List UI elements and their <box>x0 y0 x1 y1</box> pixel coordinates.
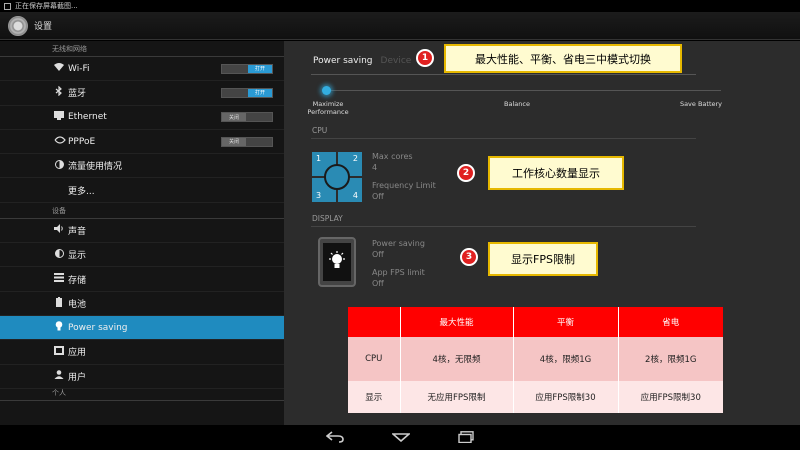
pppoe-toggle[interactable]: 关闭 <box>221 136 273 147</box>
sidebar-item-label: Ethernet <box>68 112 107 123</box>
sidebar: 无线和网络 Wi-Fi 打开 蓝牙 打开 Ethernet 关闭 PPPoE 关… <box>0 41 284 425</box>
section-cpu: CPU <box>312 126 328 135</box>
tab-power-saving[interactable]: Power saving <box>313 56 373 66</box>
sidebar-item-label: 用户 <box>68 372 87 383</box>
page-title: 设置 <box>34 22 53 32</box>
home-icon[interactable] <box>390 429 412 445</box>
table-row: 显示 无应用FPS限制 应用FPS限制30 应用FPS限制30 <box>348 381 723 413</box>
screenshot-icon <box>4 2 11 10</box>
storage-icon <box>54 273 64 285</box>
settings-gear-icon[interactable] <box>8 15 28 36</box>
slider-label-max-performance: Maximize Performance <box>307 100 349 116</box>
sidebar-item-sound[interactable]: 声音 <box>0 219 284 244</box>
sidebar-item-more[interactable]: 更多... <box>0 178 284 203</box>
wifi-icon <box>54 63 64 74</box>
bluetooth-icon <box>54 85 64 99</box>
section-display: DISPLAY <box>312 214 343 223</box>
recent-apps-icon[interactable] <box>455 429 477 445</box>
tab-bar: Power saving Device <box>313 56 411 66</box>
tab-divider <box>311 74 696 75</box>
callout-box-2: 工作核心数量显示 <box>488 156 624 190</box>
sidebar-item-pppoe[interactable]: PPPoE 关闭 <box>0 130 284 155</box>
bulb-icon <box>54 321 64 334</box>
sidebar-item-label: 应用 <box>68 348 87 359</box>
frequency-limit-label: Frequency Limit <box>372 181 436 190</box>
frequency-limit-value: Off <box>372 192 384 201</box>
tab-device[interactable]: Device <box>381 56 412 66</box>
callout-number-2: 2 <box>457 164 475 182</box>
table-header-row: 最大性能 平衡 省电 <box>348 307 723 337</box>
mode-comparison-table: 最大性能 平衡 省电 CPU 4核，无限频 4核，限频1G 2核，限频1G 显示… <box>348 307 723 413</box>
section-header-device: 设备 <box>0 203 284 219</box>
slider-label-save-battery: Save Battery <box>679 100 723 108</box>
callout-box-1: 最大性能、平衡、省电三中模式切换 <box>444 44 682 73</box>
sidebar-item-users[interactable]: 用户 <box>0 365 284 389</box>
display-power-saving-value: Off <box>372 250 384 259</box>
section-divider <box>311 226 696 227</box>
section-divider <box>311 138 696 139</box>
cpu-cores-icon: 1 2 3 4 <box>312 152 362 202</box>
callout-number-1: 1 <box>416 49 434 67</box>
sidebar-item-label: 更多... <box>68 186 95 197</box>
back-icon[interactable] <box>324 429 346 445</box>
callout-number-3: 3 <box>460 248 478 266</box>
pppoe-icon <box>54 136 66 147</box>
section-header-wireless: 无线和网络 <box>0 41 284 57</box>
sidebar-item-data-usage[interactable]: 流量使用情况 <box>0 154 284 179</box>
wifi-toggle[interactable]: 打开 <box>221 63 273 74</box>
sidebar-item-battery[interactable]: 电池 <box>0 292 284 316</box>
ethernet-toggle[interactable]: 关闭 <box>221 112 273 123</box>
apps-icon <box>54 345 64 358</box>
sidebar-item-label: PPPoE <box>68 136 96 147</box>
section-header-personal: 个人 <box>0 389 284 401</box>
sidebar-item-label: Power saving <box>68 322 128 333</box>
sidebar-item-bluetooth[interactable]: 蓝牙 打开 <box>0 81 284 106</box>
data-usage-icon <box>54 159 64 172</box>
table-row: CPU 4核，无限频 4核，限频1G 2核，限频1G <box>348 337 723 381</box>
display-power-saving-label: Power saving <box>372 239 425 248</box>
sidebar-item-label: 蓝牙 <box>68 89 87 100</box>
slider-label-balance: Balance <box>504 100 530 108</box>
callout-box-3: 显示FPS限制 <box>488 242 598 276</box>
status-bar: 正在保存屏幕截图... <box>0 0 800 12</box>
sidebar-item-apps[interactable]: 应用 <box>0 340 284 365</box>
sidebar-item-ethernet[interactable]: Ethernet 关闭 <box>0 106 284 130</box>
status-text: 正在保存屏幕截图... <box>15 2 78 10</box>
max-cores-value: 4 <box>372 163 378 172</box>
display-icon <box>54 248 64 261</box>
mode-slider-track[interactable] <box>326 90 721 91</box>
sidebar-item-power-saving[interactable]: Power saving <box>0 315 284 341</box>
sidebar-item-wifi[interactable]: Wi-Fi 打开 <box>0 57 284 82</box>
user-icon <box>54 370 64 382</box>
sidebar-item-label: 电池 <box>68 299 87 310</box>
cpu-core-circle <box>324 164 350 190</box>
battery-icon <box>54 296 64 310</box>
sidebar-item-display[interactable]: 显示 <box>0 243 284 268</box>
mode-slider-knob[interactable] <box>322 86 331 95</box>
sidebar-item-label: 存储 <box>68 275 87 286</box>
app-fps-limit-label: App FPS limit <box>372 268 425 277</box>
sidebar-item-label: Wi-Fi <box>68 63 90 74</box>
action-bar: 设置 <box>0 12 800 40</box>
display-bulb-icon <box>318 237 356 287</box>
max-cores-label: Max cores <box>372 152 413 161</box>
bluetooth-toggle[interactable]: 打开 <box>221 87 273 98</box>
sidebar-item-label: 声音 <box>68 226 87 237</box>
app-fps-limit-value: Off <box>372 279 384 288</box>
sidebar-item-label: 显示 <box>68 251 87 262</box>
ethernet-icon <box>54 111 64 123</box>
sidebar-item-storage[interactable]: 存储 <box>0 267 284 292</box>
navigation-bar <box>0 425 800 450</box>
sidebar-item-label: 流量使用情况 <box>68 162 123 173</box>
sound-icon <box>54 224 64 236</box>
